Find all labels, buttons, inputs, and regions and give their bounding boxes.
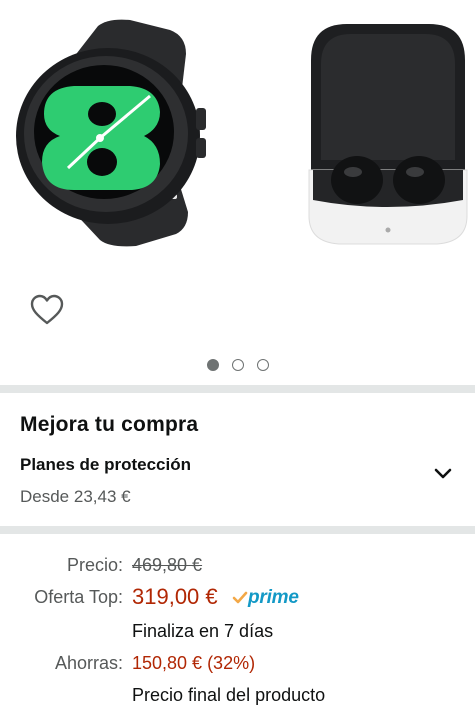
prime-check-icon <box>232 591 248 604</box>
protection-plans-price: Desde 23,43 € <box>20 487 131 506</box>
protection-plans-title[interactable]: Planes de protección <box>20 455 191 475</box>
list-price-value: 469,80 € <box>132 555 203 575</box>
section-divider <box>0 385 475 393</box>
earbuds-image[interactable] <box>305 20 470 248</box>
prime-badge: prime <box>232 586 299 610</box>
product-image-gallery[interactable] <box>0 0 475 385</box>
chevron-down-icon[interactable] <box>428 463 458 485</box>
prime-label: prime <box>248 587 299 608</box>
image-carousel-dots <box>0 359 475 373</box>
smartwatch-image[interactable] <box>10 18 220 250</box>
upgrade-title: Mejora tu compra <box>20 413 199 436</box>
list-price-label: Precio: <box>66 555 123 575</box>
deal-price-row: Oferta Top: 319,00 € prime <box>0 584 475 613</box>
deal-price-value: 319,00 € <box>132 584 218 609</box>
carousel-dot[interactable] <box>231 359 244 371</box>
price-block: Precio: 469,80 € Oferta Top: 319,00 € pr… <box>0 540 475 710</box>
upgrade-purchase-section: Mejora tu compra Planes de protección De… <box>0 393 475 526</box>
final-price-note: Precio final del producto <box>132 685 326 705</box>
list-price-row: Precio: 469,80 € <box>0 555 475 581</box>
final-price-note-row: Precio final del producto <box>0 685 475 710</box>
section-divider <box>0 526 475 534</box>
deal-ends-row: Finaliza en 7 días <box>0 621 475 647</box>
savings-value: 150,80 € (32%) <box>132 653 256 673</box>
carousel-dot[interactable] <box>206 359 219 371</box>
deal-ends-text: Finaliza en 7 días <box>132 621 274 641</box>
carousel-dot[interactable] <box>256 359 269 371</box>
deal-price-label: Oferta Top: <box>34 587 123 607</box>
savings-row: Ahorras: 150,80 € (32%) <box>0 653 475 679</box>
savings-label: Ahorras: <box>54 653 123 673</box>
wishlist-heart-icon[interactable] <box>30 294 64 326</box>
